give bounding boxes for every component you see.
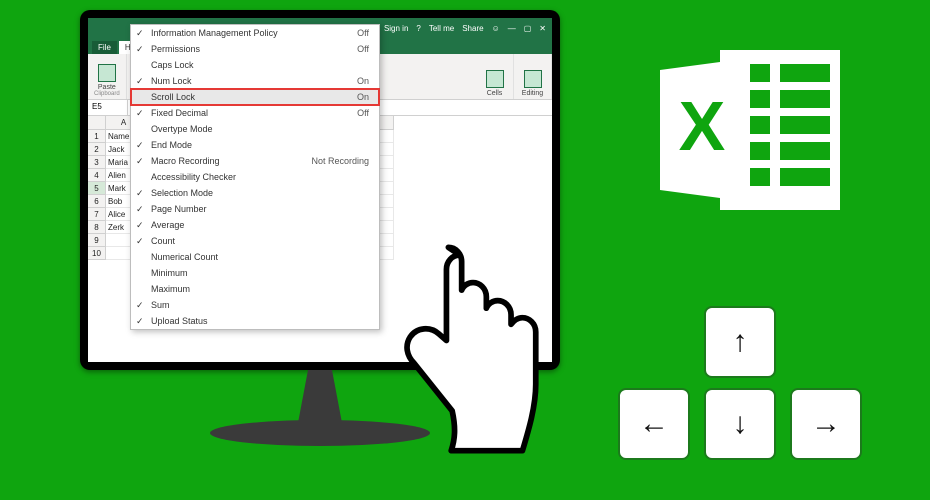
menu-value: On [357, 92, 369, 102]
name-box[interactable]: E5 [88, 100, 128, 115]
svg-text:X: X [679, 87, 726, 165]
menu-item[interactable]: Maximum [131, 281, 379, 297]
help-icon[interactable]: ? [416, 24, 420, 33]
maximize-button[interactable]: ▢ [524, 24, 532, 33]
menu-label: Num Lock [151, 76, 192, 86]
statusbar-context-menu[interactable]: ✓ Information Management Policy Off ✓ Permis… [130, 24, 380, 330]
editing-icon [524, 70, 542, 88]
menu-label: Overtype Mode [151, 124, 213, 134]
menu-item[interactable]: ✓ Macro Recording Not Recording [131, 153, 379, 169]
menu-label: Selection Mode [151, 188, 213, 198]
menu-item[interactable]: ✓ Num Lock On [131, 73, 379, 89]
menu-item[interactable]: Accessibility Checker [131, 169, 379, 185]
row-hdr[interactable]: 5 [88, 182, 106, 195]
menu-value: Off [357, 28, 369, 38]
menu-item[interactable]: ✓ End Mode [131, 137, 379, 153]
check-icon: ✓ [136, 300, 144, 311]
check-icon: ✓ [136, 44, 144, 55]
menu-item[interactable]: ✓ Selection Mode [131, 185, 379, 201]
menu-item[interactable]: ✓ Upload Status [131, 313, 379, 329]
check-icon: ✓ [136, 140, 144, 151]
menu-label: Scroll Lock [151, 92, 195, 102]
menu-item[interactable]: ✓ Fixed Decimal Off [131, 105, 379, 121]
minimize-button[interactable]: — [508, 24, 516, 33]
face-icon[interactable]: ☺ [492, 24, 500, 33]
select-all-corner[interactable] [88, 116, 106, 130]
menu-label: Caps Lock [151, 60, 194, 70]
menu-item[interactable]: Caps Lock [131, 57, 379, 73]
check-icon: ✓ [136, 188, 144, 199]
share-button[interactable]: Share [462, 24, 483, 33]
close-button[interactable]: ✕ [539, 24, 546, 33]
menu-label: Numerical Count [151, 252, 218, 262]
menu-label: End Mode [151, 140, 192, 150]
check-icon: ✓ [136, 156, 144, 167]
arrow-down-key[interactable]: ↓ [704, 388, 776, 460]
signin-link[interactable]: Sign in [384, 24, 408, 33]
menu-item[interactable]: ✓ Information Management Policy Off [131, 25, 379, 41]
cells-label: Cells [487, 90, 503, 97]
check-icon: ✓ [136, 204, 144, 215]
row-hdr[interactable]: 6 [88, 195, 106, 208]
tellme-link[interactable]: Tell me [429, 24, 454, 33]
check-icon: ✓ [136, 28, 144, 39]
menu-item[interactable]: Scroll Lock On [131, 89, 379, 105]
editing-label: Editing [522, 90, 543, 97]
row-hdr[interactable]: 2 [88, 143, 106, 156]
menu-label: Sum [151, 300, 170, 310]
menu-value: Not Recording [311, 156, 369, 166]
clipboard-label: Clipboard [94, 91, 120, 97]
monitor-stand [280, 370, 360, 425]
cells-icon [486, 70, 504, 88]
menu-label: Count [151, 236, 175, 246]
paste-group[interactable]: Paste Clipboard [88, 54, 127, 99]
menu-item[interactable]: Overtype Mode [131, 121, 379, 137]
arrow-right-key[interactable]: → [790, 388, 862, 460]
menu-item[interactable]: Numerical Count [131, 249, 379, 265]
check-icon: ✓ [136, 76, 144, 87]
menu-label: Maximum [151, 284, 190, 294]
editing-group[interactable]: Editing [514, 54, 552, 99]
menu-item[interactable]: ✓ Permissions Off [131, 41, 379, 57]
menu-label: Minimum [151, 268, 188, 278]
menu-label: Macro Recording [151, 156, 220, 166]
menu-value: On [357, 76, 369, 86]
check-icon: ✓ [136, 108, 144, 119]
menu-label: Average [151, 220, 184, 230]
row-hdr[interactable]: 10 [88, 247, 106, 260]
paste-icon [98, 64, 116, 82]
menu-label: Upload Status [151, 316, 208, 326]
menu-label: Information Management Policy [151, 28, 278, 38]
row-hdr[interactable]: 1 [88, 130, 106, 143]
row-hdr[interactable]: 8 [88, 221, 106, 234]
check-icon: ✓ [136, 236, 144, 247]
row-hdr[interactable]: 7 [88, 208, 106, 221]
row-hdr[interactable]: 9 [88, 234, 106, 247]
check-icon: ✓ [136, 220, 144, 231]
paste-label: Paste [98, 84, 116, 91]
tab-file[interactable]: File [92, 41, 117, 54]
check-icon: ✓ [136, 316, 144, 327]
menu-item[interactable]: ✓ Count [131, 233, 379, 249]
menu-item[interactable]: ✓ Average [131, 217, 379, 233]
arrow-up-key[interactable]: ↑ [704, 306, 776, 378]
menu-item[interactable]: ✓ Page Number [131, 201, 379, 217]
row-hdr[interactable]: 4 [88, 169, 106, 182]
menu-item[interactable]: ✓ Sum [131, 297, 379, 313]
row-hdr[interactable]: 3 [88, 156, 106, 169]
excel-logo-icon: X [650, 40, 850, 220]
arrow-left-key[interactable]: ← [618, 388, 690, 460]
menu-label: Fixed Decimal [151, 108, 208, 118]
menu-label: Page Number [151, 204, 207, 214]
menu-item[interactable]: Minimum [131, 265, 379, 281]
menu-label: Accessibility Checker [151, 172, 236, 182]
menu-label: Permissions [151, 44, 200, 54]
pointing-hand-icon [360, 240, 550, 460]
menu-value: Off [357, 44, 369, 54]
cells-group[interactable]: Cells [476, 54, 514, 99]
menu-value: Off [357, 108, 369, 118]
